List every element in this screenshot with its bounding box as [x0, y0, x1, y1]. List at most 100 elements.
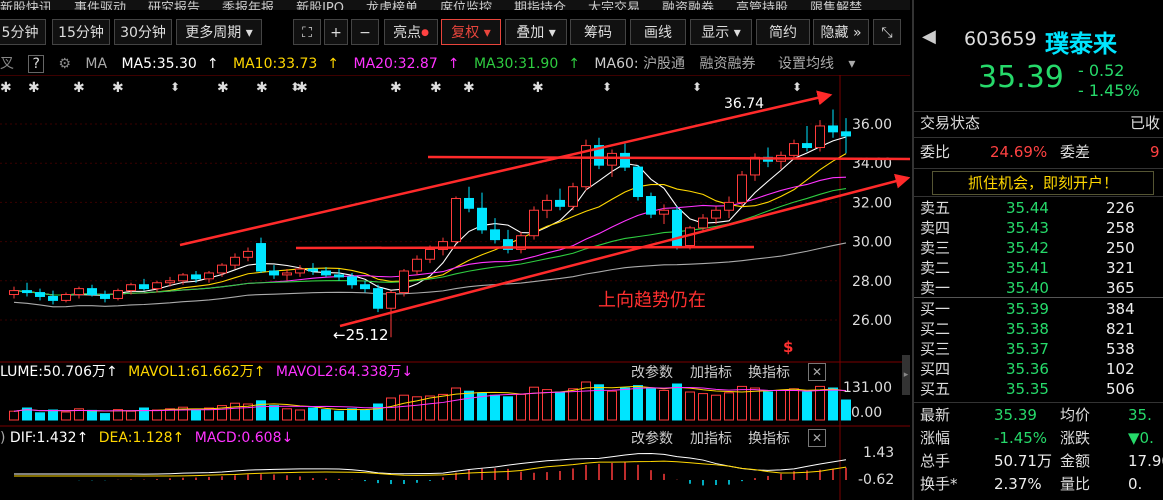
macd-switch-indicator-button[interactable]: 换指标 — [748, 428, 790, 448]
bid-row[interactable]: 买三 35.37 538 — [920, 339, 1163, 360]
display-button[interactable]: 显示 ▾ — [690, 19, 752, 45]
candle-body — [217, 264, 227, 274]
split-marker-icon[interactable]: ⬍ — [792, 80, 802, 94]
volume-bar — [230, 402, 240, 421]
ma-settings-dropdown[interactable]: 设置均线 ▾ — [778, 56, 855, 72]
volume-close-icon[interactable]: ✕ — [808, 363, 826, 381]
candle-body — [841, 131, 851, 137]
order-label: 买四 — [920, 360, 951, 378]
adjust-button[interactable]: 复权 ▾ — [441, 19, 501, 45]
hgt-link[interactable]: 沪股通 — [643, 56, 685, 72]
top-menu-item[interactable]: 融资融券 — [662, 2, 714, 10]
bid-row[interactable]: 买二 35.38 821 — [920, 319, 1163, 340]
period-5min-button[interactable]: 5分钟 — [0, 19, 46, 45]
hide-button[interactable]: 隐藏 » — [813, 19, 869, 45]
highlight-button[interactable]: 亮点● — [384, 19, 438, 45]
prev-stock-icon[interactable]: ◀ — [922, 26, 936, 47]
ask-row[interactable]: 卖一 35.40 365 — [920, 278, 1163, 299]
volume-bar — [555, 391, 565, 421]
volume-switch-indicator-button[interactable]: 换指标 — [748, 362, 790, 382]
period-15min-button[interactable]: 15分钟 — [52, 19, 110, 45]
ask-row[interactable]: 卖四 35.43 258 — [920, 218, 1163, 239]
event-marker-icon[interactable]: ✱ — [28, 80, 40, 96]
candle-body — [204, 272, 214, 280]
macd-add-indicator-button[interactable]: 加指标 — [690, 428, 732, 448]
ask-row[interactable]: 卖三 35.42 250 — [920, 238, 1163, 259]
macd-close-icon[interactable]: ✕ — [808, 429, 826, 447]
split-marker-icon[interactable]: ⬍ — [602, 80, 612, 94]
top-menu-item[interactable]: 限售解禁 — [810, 2, 862, 10]
chevron-down-icon: ▾ — [483, 25, 491, 41]
candle-body — [178, 274, 188, 282]
overlay-button[interactable]: 叠加 ▾ — [505, 19, 567, 45]
event-marker-icon[interactable]: ✱ — [463, 80, 475, 96]
volume-edit-params-button[interactable]: 改参数 — [631, 362, 673, 382]
top-menu-item[interactable]: 龙虎榜单 — [366, 2, 418, 10]
bid-row[interactable]: 买一 35.39 384 — [920, 299, 1163, 320]
ask-row[interactable]: 卖五 35.44 226 — [920, 198, 1163, 219]
order-volume: 102 — [1106, 360, 1135, 378]
more-periods-dropdown[interactable]: 更多周期 ▾ — [176, 19, 262, 45]
bid-row[interactable]: 买五 35.35 506 — [920, 379, 1163, 400]
candle-body — [61, 294, 71, 301]
top-menu-item[interactable]: 期指持仓 — [514, 2, 566, 10]
volume-add-indicator-button[interactable]: 加指标 — [690, 362, 732, 382]
event-marker-icon[interactable]: ✱ — [390, 80, 402, 96]
chip-button[interactable]: 筹码 — [570, 19, 626, 45]
simple-button[interactable]: 简约 — [756, 19, 810, 45]
top-menu-item[interactable]: 事件驱动 — [74, 2, 126, 10]
top-menu-item[interactable]: 研究报告 — [148, 2, 200, 10]
candle-body — [646, 196, 656, 215]
macd-edit-params-button[interactable]: 改参数 — [631, 428, 673, 448]
event-marker-icon[interactable]: ✱ — [217, 80, 229, 96]
top-menu-item[interactable]: 大宗交易 — [588, 2, 640, 10]
panel-splitter-handle[interactable]: ▸ — [902, 355, 910, 395]
volume-bar — [763, 391, 773, 421]
top-menu-item[interactable]: 席位监控 — [440, 2, 492, 10]
rzrq-link[interactable]: 融资融券 — [700, 56, 756, 72]
ask-row[interactable]: 卖二 35.41 321 — [920, 258, 1163, 279]
event-marker-icon[interactable]: ✱ — [430, 80, 442, 96]
event-marker-icon[interactable]: ✱ — [532, 80, 544, 96]
period-30min-button[interactable]: 30分钟 — [114, 19, 172, 45]
event-marker-icon[interactable]: ✱ — [73, 80, 85, 96]
y-axis: 36.0034.0032.0030.0028.0026.00 — [852, 117, 892, 329]
order-volume: 226 — [1106, 199, 1135, 217]
open-account-banner[interactable]: 抓住机会，即刻开户！ — [932, 171, 1154, 195]
zoom-in-icon[interactable]: + — [324, 19, 348, 45]
fullscreen-icon[interactable]: ⛶ — [293, 19, 321, 45]
stat-value-2: ▼0. — [1128, 429, 1154, 447]
top-menu-item[interactable]: 新股快讯 — [0, 2, 52, 10]
volume-bar — [61, 411, 71, 421]
help-icon[interactable]: ? — [28, 55, 44, 73]
volume-bar — [256, 400, 266, 421]
stock-name: 璞泰来 — [1045, 30, 1117, 58]
stat-label-2: 涨跌 — [1060, 429, 1091, 447]
gear-icon[interactable]: ⚙ — [58, 56, 71, 72]
order-price: 35.43 — [1006, 219, 1049, 237]
volume-bar — [529, 386, 539, 421]
collapse-icon[interactable]: ⤡ — [873, 19, 901, 45]
stat-label: 最新 — [920, 406, 951, 424]
top-menu-item[interactable]: 新股IPO — [296, 2, 344, 10]
event-marker-icon[interactable]: ✱ — [256, 80, 268, 96]
weibi-value: 24.69% — [990, 143, 1048, 161]
zoom-out-icon[interactable]: − — [351, 19, 379, 45]
y-tick-label: 26.00 — [852, 313, 892, 329]
top-menu-item[interactable]: 高管持股 — [736, 2, 788, 10]
dollar-icon[interactable]: $ — [783, 338, 793, 356]
draw-line-button[interactable]: 画线 — [630, 19, 686, 45]
event-marker-icon[interactable]: ✱ — [112, 80, 124, 96]
stat-label: 涨幅 — [920, 429, 951, 447]
bid-row[interactable]: 买四 35.36 102 — [920, 359, 1163, 380]
candle-body — [113, 290, 123, 299]
mavol1-value: MAVOL1:61.662万↑ — [128, 364, 266, 380]
split-marker-icon[interactable]: ⬍ — [290, 80, 300, 94]
split-marker-icon[interactable]: ⬍ — [170, 80, 180, 94]
volume-bar — [568, 388, 578, 421]
order-price: 35.42 — [1006, 239, 1049, 257]
split-marker-icon[interactable]: ⬍ — [692, 80, 702, 94]
top-menu-item[interactable]: 季报年报 — [222, 2, 274, 10]
stat-value-2: 17.90 — [1128, 452, 1163, 470]
event-marker-icon[interactable]: ✱ — [0, 80, 12, 96]
